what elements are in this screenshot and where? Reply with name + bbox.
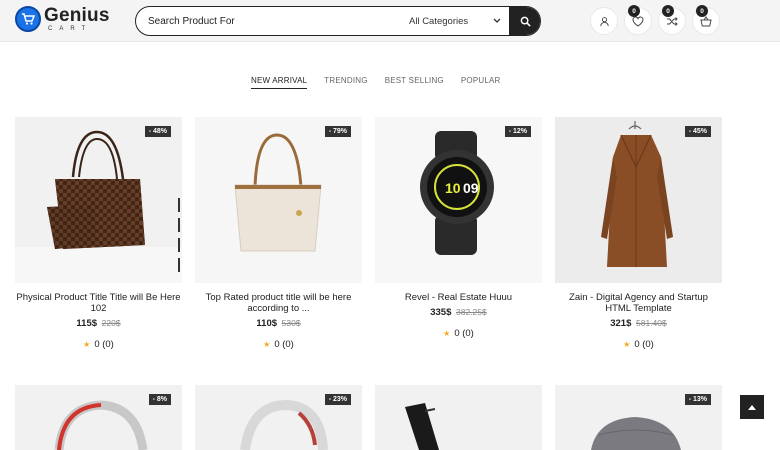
product-card[interactable]: - 48% Physical Product Title Title will … [15,117,182,350]
tab-new-arrival[interactable]: NEW ARRIVAL [251,76,308,89]
product-image[interactable]: - 79% [195,117,362,283]
tote-bag-image [195,117,362,283]
search-bar: All Categories [135,6,541,36]
user-icon [599,16,609,26]
star-icon: ★ [83,340,91,349]
rating-text: 0 (0) [274,339,294,350]
wishlist-count-badge: 0 [628,5,640,17]
discount-badge: - 79% [324,126,351,137]
tab-trending[interactable]: TRENDING [324,76,367,89]
shuffle-icon [667,16,678,26]
product-price: 115$ 220$ [15,318,182,329]
site-header: Genius CART All Categories 0 0 0 [0,0,780,42]
product-card[interactable] [375,385,542,450]
card-action-handle[interactable] [178,218,180,232]
chevron-down-icon [493,18,501,23]
discount-badge: - 48% [144,126,171,137]
card-action-bar [178,198,181,278]
handbag-image [15,130,182,283]
product-tabs: NEW ARRIVAL TRENDING BEST SELLING POPULA… [251,76,518,89]
product-image[interactable]: - 48% [15,117,182,283]
category-select[interactable]: All Categories [401,7,509,35]
product-card[interactable]: - 13% [555,385,722,450]
product-card[interactable]: - 23% [195,385,362,450]
product-rating: ★ 0 (0) [195,339,362,350]
product-title[interactable]: Physical Product Title Title will Be Her… [15,292,182,314]
chair-image [375,385,542,450]
arrow-up-icon [748,405,756,410]
smartwatch-image: 10 09 [375,117,542,283]
rating-text: 0 (0) [454,328,474,339]
tab-best-selling[interactable]: BEST SELLING [385,76,444,89]
current-price: 321$ [610,318,632,329]
svg-text:09: 09 [463,180,479,196]
logo[interactable]: Genius CART [15,6,110,32]
search-input[interactable] [136,7,401,35]
category-select-label: All Categories [409,15,469,27]
product-rating: ★ 0 (0) [375,328,542,339]
old-price: 530$ [281,318,301,328]
search-icon [520,16,531,27]
logo-subtitle: CART [48,26,93,32]
cart-button[interactable]: 0 [692,5,720,35]
product-image[interactable]: - 13% [555,385,722,450]
product-image[interactable]: - 45% [555,117,722,283]
current-price: 115$ [76,318,98,329]
product-card[interactable]: - 45% Zain - Digital Agency and Startup … [555,117,722,350]
product-image[interactable] [375,385,542,450]
product-image[interactable]: - 23% [195,385,362,450]
card-action-handle[interactable] [178,258,180,272]
product-price: 110$ 530$ [195,318,362,329]
cart-count-badge: 0 [696,5,708,17]
rating-text: 0 (0) [94,339,114,350]
product-image[interactable]: - 8% [15,385,182,450]
logo-title: Genius [44,5,110,26]
coat-image [555,117,722,283]
product-price: 321$ 581.40$ [555,318,722,329]
search-button[interactable] [509,7,540,35]
star-icon: ★ [443,329,451,338]
old-price: 581.40$ [636,318,667,328]
heart-icon [632,15,644,27]
discount-badge: - 13% [684,394,711,405]
discount-badge: - 12% [504,126,531,137]
tab-popular[interactable]: POPULAR [461,76,501,89]
star-icon: ★ [263,340,271,349]
wishlist-button[interactable]: 0 [624,5,652,35]
old-price: 220$ [101,318,121,328]
current-price: 335$ [430,307,452,318]
current-price: 110$ [256,318,278,329]
product-price: 335$ 382.25$ [375,307,542,318]
product-title[interactable]: Revel - Real Estate Huuu [375,292,542,303]
basket-icon [700,15,712,26]
product-card[interactable]: 10 09 - 12% Revel - Real Estate Huuu 335… [375,117,542,339]
card-action-handle[interactable] [178,198,180,212]
svg-text:10: 10 [445,180,461,196]
card-action-handle[interactable] [178,238,180,252]
discount-badge: - 8% [148,394,171,405]
compare-count-badge: 0 [662,5,674,17]
product-card[interactable]: - 8% [15,385,182,450]
product-rating: ★ 0 (0) [15,339,182,350]
cart-logo-icon [15,6,41,32]
discount-badge: - 23% [324,394,351,405]
discount-badge: - 45% [684,126,711,137]
rating-text: 0 (0) [634,339,654,350]
product-card[interactable]: - 79% Top Rated product title will be he… [195,117,362,350]
compare-button[interactable]: 0 [658,5,686,35]
product-rating: ★ 0 (0) [555,339,722,350]
old-price: 382.25$ [456,307,487,317]
account-button[interactable] [590,7,618,35]
product-title[interactable]: Zain - Digital Agency and Startup HTML T… [555,292,722,314]
product-image[interactable]: 10 09 - 12% [375,117,542,283]
product-title[interactable]: Top Rated product title will be here acc… [195,292,362,314]
scroll-to-top-button[interactable] [740,395,764,419]
star-icon: ★ [623,340,631,349]
